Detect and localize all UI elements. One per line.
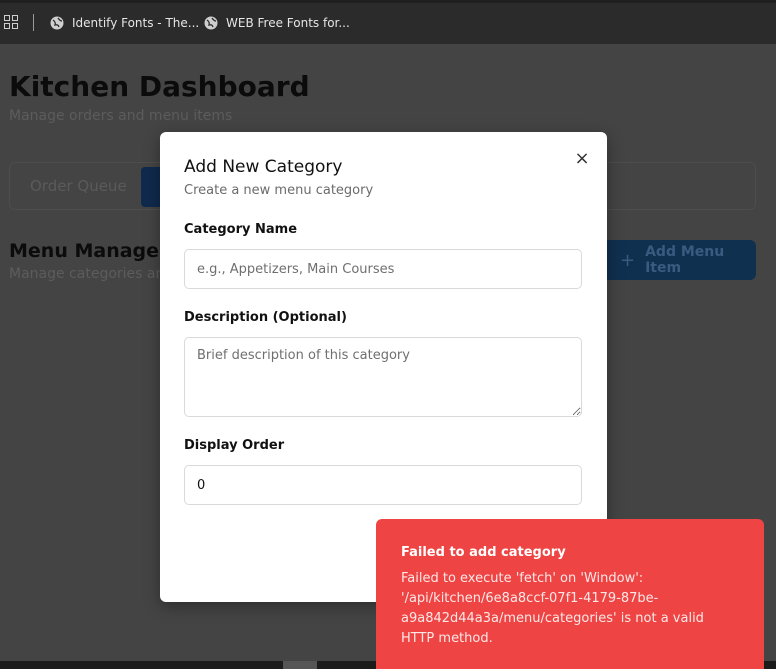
description-textarea[interactable]	[184, 337, 582, 417]
add-menu-item-label: Add Menu Item	[645, 244, 725, 276]
bookmark-separator	[33, 14, 34, 31]
error-toast[interactable]: Failed to add category Failed to execute…	[376, 519, 764, 669]
close-icon: ×	[574, 147, 590, 169]
category-name-label: Category Name	[184, 222, 298, 237]
taskbar-item[interactable]	[283, 661, 317, 669]
plus-icon: +	[620, 249, 636, 271]
globe-icon	[50, 16, 64, 30]
toast-title: Failed to add category	[401, 545, 566, 560]
bookmark-label: WEB Free Fonts for...	[226, 16, 350, 30]
close-button[interactable]: ×	[572, 147, 592, 169]
browser-top-edge	[0, 0, 776, 3]
apps-grid-icon[interactable]	[4, 15, 18, 29]
add-menu-item-button[interactable]: + Add Menu Item	[600, 240, 756, 280]
page-subtitle: Manage orders and menu items	[9, 108, 233, 124]
description-label: Description (Optional)	[184, 310, 347, 325]
category-name-input[interactable]	[184, 249, 582, 289]
tab-order-queue[interactable]: Order Queue	[30, 177, 127, 195]
dialog-subtitle: Create a new menu category	[184, 183, 374, 198]
section-subtitle: Manage categories an	[9, 266, 165, 282]
toast-message: Failed to execute 'fetch' on 'Window': '…	[401, 571, 704, 646]
bookmark-identify-fonts[interactable]: Identify Fonts - The...	[50, 14, 199, 32]
globe-icon	[204, 16, 218, 30]
display-order-input[interactable]	[184, 465, 582, 505]
display-order-label: Display Order	[184, 438, 285, 453]
bookmark-label: Identify Fonts - The...	[72, 16, 200, 30]
bookmark-web-free-fonts[interactable]: WEB Free Fonts for...	[204, 14, 350, 32]
section-title: Menu Managem	[9, 240, 179, 262]
bookmarks-bar: Identify Fonts - The... WEB Free Fonts f…	[0, 0, 776, 44]
dialog-title: Add New Category	[184, 157, 343, 177]
page-title: Kitchen Dashboard	[9, 70, 310, 103]
